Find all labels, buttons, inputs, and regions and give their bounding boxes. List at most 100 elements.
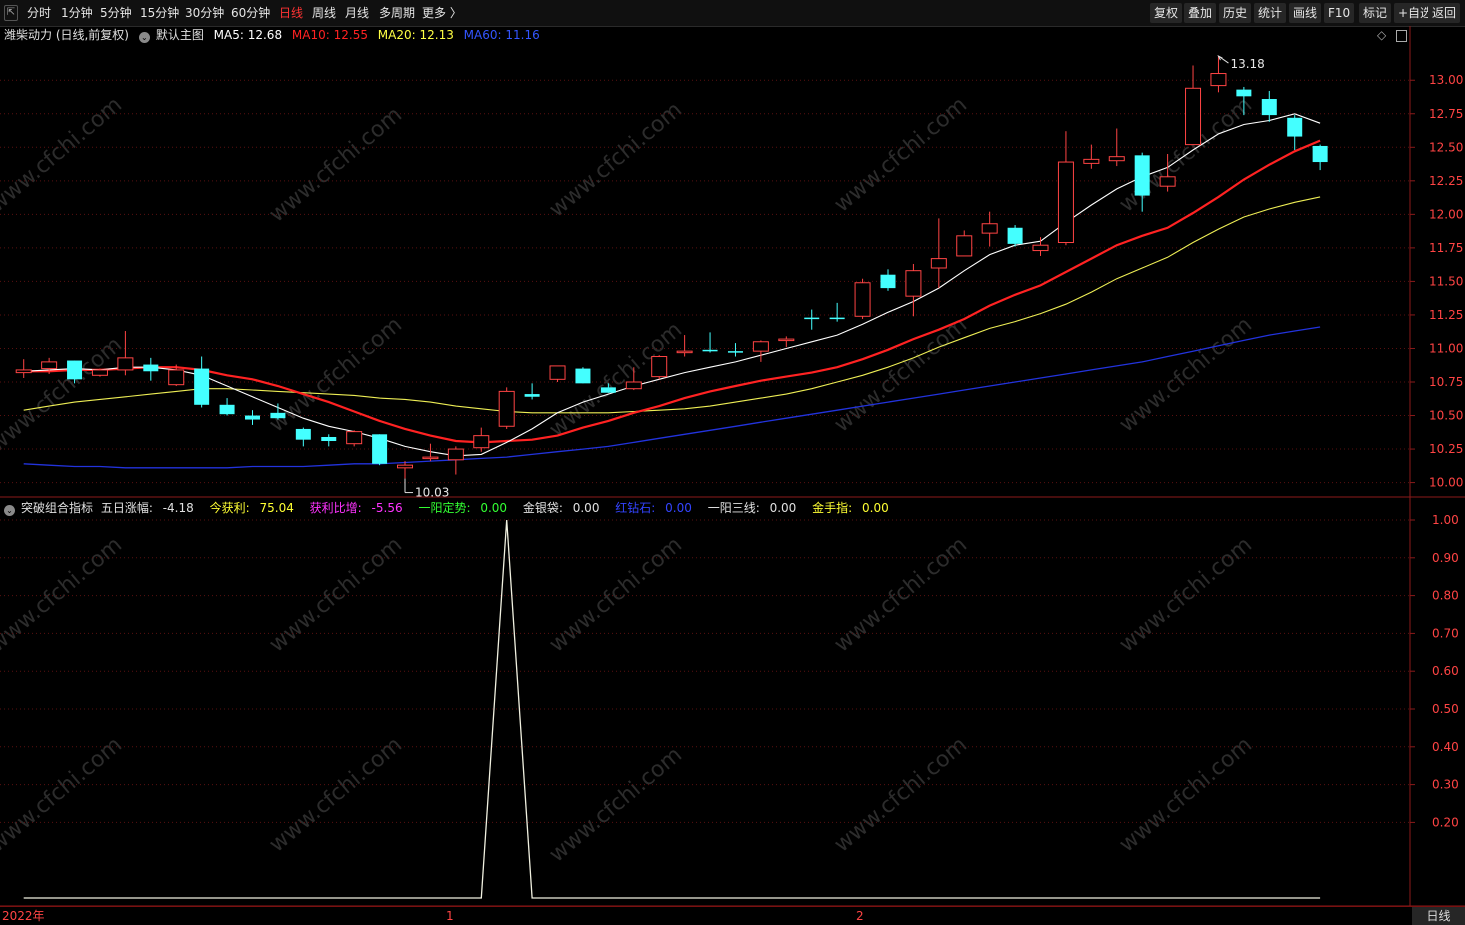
- price-tick-label: 10.25: [1429, 442, 1463, 456]
- iv-label: 金手指:: [812, 501, 853, 515]
- candle: [295, 427, 311, 447]
- price-tick-label: 10.00: [1429, 476, 1463, 490]
- candle: [702, 332, 718, 353]
- iv-label: 今获利:: [209, 501, 250, 515]
- candle-body: [981, 223, 998, 234]
- indicator-tick-label: 0.80: [1432, 589, 1459, 603]
- price-tick-label: 12.50: [1429, 140, 1463, 154]
- candle: [1287, 115, 1303, 150]
- tab-30min[interactable]: 30分钟: [185, 0, 224, 26]
- price-tick-label: 10.50: [1429, 409, 1463, 423]
- candle-body: [1210, 73, 1227, 87]
- template-menu-icon[interactable]: ⌄: [138, 32, 150, 43]
- price-tick-label: 11.25: [1429, 308, 1463, 322]
- candle: [397, 461, 414, 479]
- watermark-text: www.cfchi.com: [0, 332, 127, 457]
- candle-body: [194, 368, 210, 405]
- indicator-tick-label: 0.30: [1432, 778, 1459, 792]
- back-button[interactable]: 返回: [1428, 3, 1461, 23]
- candle-body: [295, 428, 311, 440]
- tab-60min[interactable]: 60分钟: [231, 0, 270, 26]
- candle: [676, 335, 693, 357]
- candle-body: [702, 349, 718, 352]
- mark-button[interactable]: 标记: [1359, 3, 1392, 23]
- candle-body: [575, 368, 591, 384]
- candle: [549, 365, 566, 382]
- candle: [346, 430, 363, 447]
- window-square-icon[interactable]: [1396, 30, 1407, 42]
- watermark-text: www.cfchi.com: [830, 532, 972, 657]
- price-tick-label: 11.00: [1429, 341, 1463, 355]
- iv-value: 0.00: [769, 501, 797, 515]
- candle: [600, 383, 616, 393]
- candle-body: [549, 365, 566, 380]
- candle-body: [1108, 156, 1125, 162]
- diamond-icon[interactable]: ◇: [1377, 28, 1386, 42]
- candle-body: [778, 338, 795, 342]
- indicator-value-yiyangsanxian: 一阳三线: 0.00: [708, 501, 803, 515]
- candle: [854, 278, 871, 319]
- candle: [524, 383, 540, 400]
- ma5-line: [23, 113, 1321, 457]
- tab-fenshi[interactable]: 分时: [27, 0, 51, 26]
- candle-body: [15, 369, 32, 374]
- tab-5min[interactable]: 5分钟: [100, 0, 132, 26]
- tab-daily[interactable]: 日线: [279, 0, 303, 26]
- candle-body: [143, 364, 159, 372]
- watermark-text: www.cfchi.com: [265, 532, 407, 657]
- candle: [1159, 154, 1176, 192]
- indicator-value-jinyindai: 金银袋: 0.00: [523, 501, 606, 515]
- candle: [981, 211, 998, 247]
- candle: [67, 360, 83, 384]
- price-tick-label: 12.25: [1429, 174, 1463, 188]
- tab-1min[interactable]: 1分钟: [61, 0, 93, 26]
- period-indicator[interactable]: 日线: [1412, 907, 1465, 925]
- candle: [194, 356, 210, 408]
- tab-weekly[interactable]: 周线: [312, 0, 336, 26]
- candle-body: [804, 317, 820, 320]
- overlay-button[interactable]: 叠加: [1184, 3, 1217, 23]
- candle-body: [905, 270, 922, 297]
- low-marker-label: 10.03: [415, 486, 449, 500]
- tab-more[interactable]: 更多 〉: [422, 0, 462, 26]
- iv-label: 红钻石:: [615, 501, 656, 515]
- candle: [727, 343, 743, 357]
- iv-label: 金银袋:: [522, 501, 563, 515]
- draw-line-button[interactable]: 画线: [1289, 3, 1322, 23]
- f10-button[interactable]: F10: [1324, 3, 1355, 23]
- indicator-tick-label: 0.50: [1432, 702, 1459, 716]
- candle-body: [1261, 99, 1277, 116]
- history-button[interactable]: 历史: [1219, 3, 1252, 23]
- price-tick-label: 10.75: [1429, 375, 1463, 389]
- watermark-text: www.cfchi.com: [0, 732, 127, 857]
- candle: [1057, 131, 1074, 246]
- high-marker-label: 13.18: [1230, 57, 1264, 71]
- tab-monthly[interactable]: 月线: [345, 0, 369, 26]
- tab-15min[interactable]: 15分钟: [140, 0, 179, 26]
- tab-multi-period[interactable]: 多周期: [379, 0, 415, 26]
- main-chart-legend: 潍柴动力 (日线,前复权) ⌄ 默认主图 MA5: 12.68 MA10: 12.…: [4, 26, 546, 44]
- candle-body: [727, 351, 743, 353]
- candle-body: [447, 448, 464, 461]
- candle-body: [219, 404, 235, 415]
- indicator-menu-icon[interactable]: ⌄: [4, 505, 15, 516]
- candle-body: [600, 387, 616, 393]
- watermark-text: www.cfchi.com: [0, 532, 127, 657]
- candle: [1236, 86, 1252, 116]
- indicator-tick-label: 1.00: [1432, 513, 1459, 527]
- price-tick-label: 12.75: [1429, 107, 1463, 121]
- statistics-button[interactable]: 统计: [1254, 3, 1287, 23]
- indicator-name[interactable]: 突破组合指标: [21, 501, 93, 515]
- watermark-text: www.cfchi.com: [830, 312, 972, 437]
- iv-label: 五日涨幅:: [100, 501, 153, 515]
- watermark-text: www.cfchi.com: [545, 742, 687, 867]
- window-toggle-icon[interactable]: ⇱: [4, 5, 18, 21]
- restore-right-button[interactable]: 复权: [1150, 3, 1183, 23]
- template-label[interactable]: 默认主图: [156, 28, 204, 42]
- candle-body: [397, 464, 414, 469]
- price-tick-label: 11.75: [1429, 241, 1463, 255]
- stock-label[interactable]: 潍柴动力 (日线,前复权): [4, 28, 129, 42]
- candle-body: [1287, 117, 1303, 137]
- candle-body: [117, 357, 134, 371]
- candle: [1007, 225, 1023, 247]
